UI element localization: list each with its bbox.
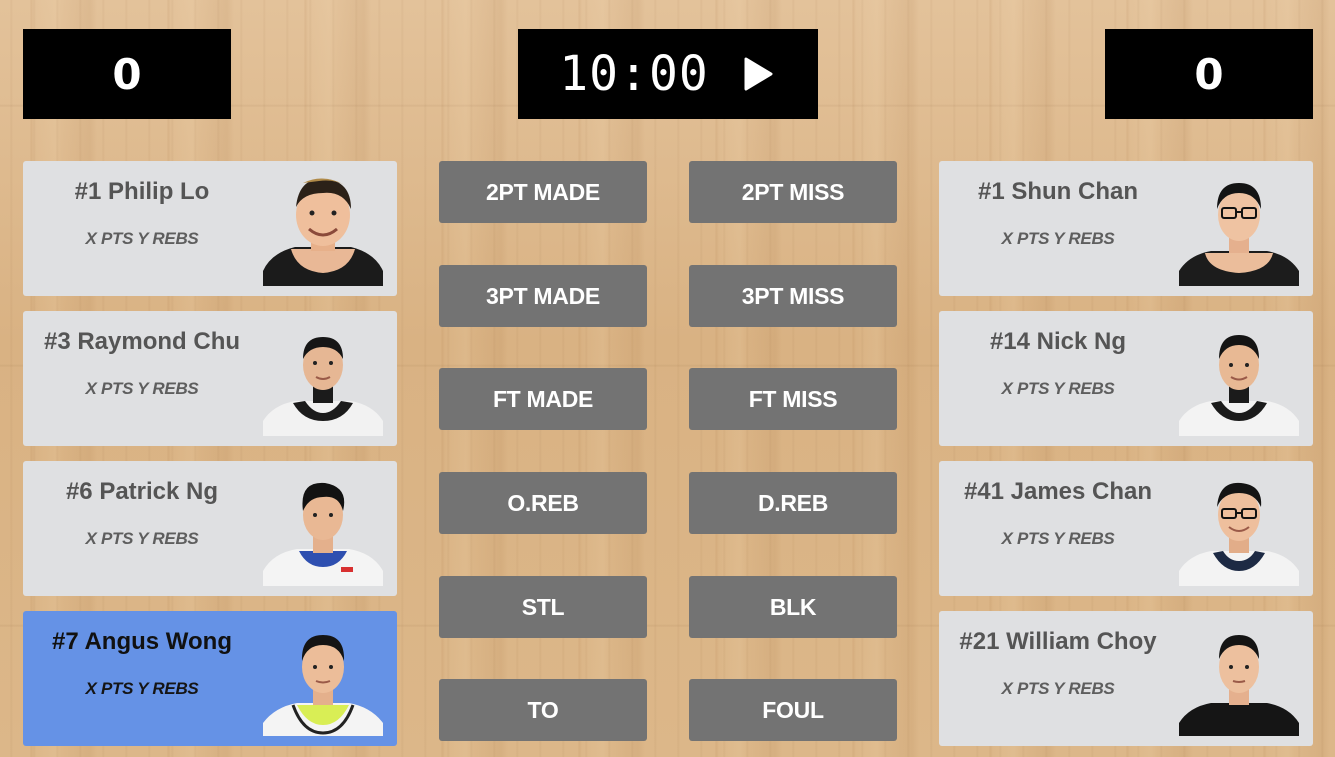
block-button[interactable]: BLK <box>689 576 897 638</box>
ft-miss-button[interactable]: FT MISS <box>689 368 897 430</box>
player-stats: X PTS Y REBS <box>85 529 199 548</box>
player-name: #1 Philip Lo <box>74 178 210 205</box>
player-name: #6 Patrick Ng <box>65 478 219 505</box>
game-clock: 10:00 <box>518 29 818 119</box>
player-name: #7 Angus Wong <box>52 628 232 655</box>
player-stats: X PTS Y REBS <box>85 679 199 698</box>
home-player-card-6[interactable]: #6 Patrick Ng X PTS Y REBS <box>23 461 397 596</box>
two-pt-miss-button[interactable]: 2PT MISS <box>689 161 897 223</box>
turnover-button[interactable]: TO <box>439 679 647 741</box>
two-pt-made-button[interactable]: 2PT MADE <box>439 161 647 223</box>
player-stats: X PTS Y REBS <box>85 379 199 398</box>
player-photo <box>263 471 383 586</box>
play-icon[interactable] <box>743 55 777 93</box>
away-player-card-21[interactable]: #21 William Choy X PTS Y REBS <box>939 611 1313 746</box>
foul-button[interactable]: FOUL <box>689 679 897 741</box>
player-name: #1 Shun Chan <box>977 178 1139 205</box>
player-photo <box>1179 471 1299 586</box>
home-player-card-7[interactable]: #7 Angus Wong X PTS Y REBS <box>23 611 397 746</box>
player-stats: X PTS Y REBS <box>85 229 199 248</box>
player-photo <box>263 621 383 736</box>
player-name: #3 Raymond Chu <box>43 328 241 355</box>
player-stats: X PTS Y REBS <box>1001 529 1115 548</box>
three-pt-made-button[interactable]: 3PT MADE <box>439 265 647 327</box>
player-photo <box>263 321 383 436</box>
player-stats: X PTS Y REBS <box>1001 379 1115 398</box>
player-photo <box>263 171 383 286</box>
player-name: #21 William Choy <box>959 628 1157 655</box>
home-player-card-1[interactable]: #1 Philip Lo X PTS Y REBS <box>23 161 397 296</box>
home-score: 0 <box>23 29 231 119</box>
away-score: 0 <box>1105 29 1313 119</box>
home-player-card-3[interactable]: #3 Raymond Chu X PTS Y REBS <box>23 311 397 446</box>
player-stats: X PTS Y REBS <box>1001 229 1115 248</box>
player-name: #41 James Chan <box>963 478 1153 505</box>
ft-made-button[interactable]: FT MADE <box>439 368 647 430</box>
steal-button[interactable]: STL <box>439 576 647 638</box>
player-photo <box>1179 621 1299 736</box>
player-photo <box>1179 321 1299 436</box>
player-stats: X PTS Y REBS <box>1001 679 1115 698</box>
offensive-rebound-button[interactable]: O.REB <box>439 472 647 534</box>
player-photo <box>1179 171 1299 286</box>
player-name: #14 Nick Ng <box>989 328 1127 355</box>
away-player-card-14[interactable]: #14 Nick Ng X PTS Y REBS <box>939 311 1313 446</box>
clock-time: 10:00 <box>559 46 709 102</box>
three-pt-miss-button[interactable]: 3PT MISS <box>689 265 897 327</box>
defensive-rebound-button[interactable]: D.REB <box>689 472 897 534</box>
away-player-card-41[interactable]: #41 James Chan X PTS Y REBS <box>939 461 1313 596</box>
away-player-card-1[interactable]: #1 Shun Chan X PTS Y REBS <box>939 161 1313 296</box>
